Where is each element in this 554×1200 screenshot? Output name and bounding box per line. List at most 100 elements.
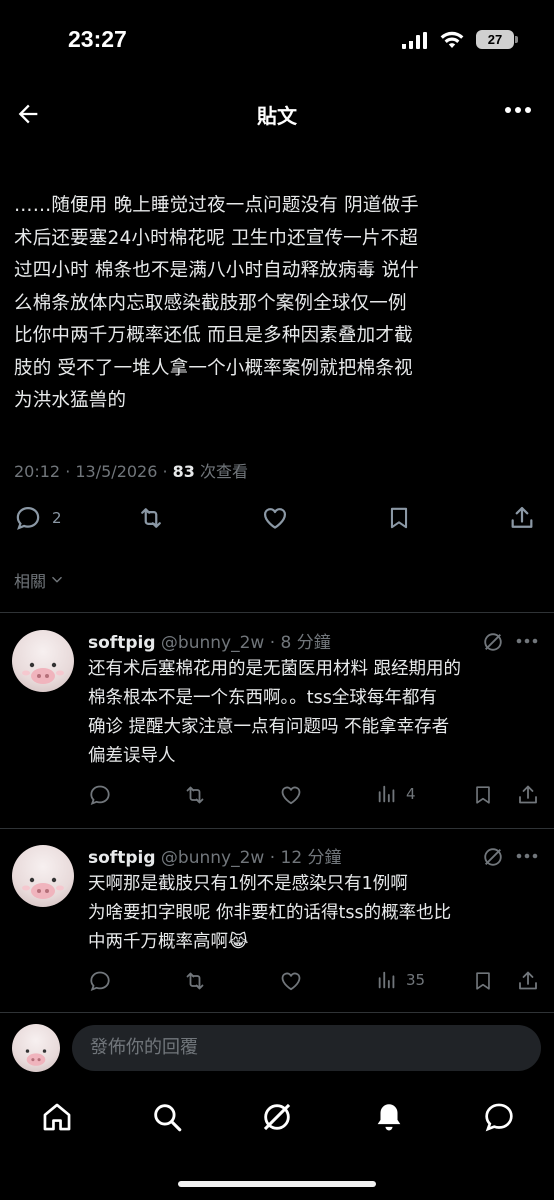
repost-icon xyxy=(182,969,208,993)
heart-icon xyxy=(278,783,304,807)
related-label: 相關 xyxy=(14,572,47,591)
pig-avatar-icon xyxy=(22,662,64,684)
reply-icon xyxy=(88,783,112,807)
bookmark-icon xyxy=(472,969,494,993)
bar-chart-icon xyxy=(376,969,398,991)
reply-text-line: 中两千万概率高啊😹 xyxy=(88,932,249,952)
reply-item[interactable]: softpig @bunny_2w · 12 分鐘 天啊那是截肢只有1例不是感染… xyxy=(0,843,554,1013)
page-title: 貼文 xyxy=(257,104,297,128)
reply-action-bar: 35 xyxy=(0,969,554,999)
reply-text: 还有术后塞棉花用的是无菌医用材料 跟经期用的 棉条根本不是一个东西啊。。tss全… xyxy=(88,655,538,771)
nav-search[interactable] xyxy=(150,1100,184,1134)
reply-text-line: 确诊 提醒大家注意一点有问题吗 不能拿幸存者 xyxy=(88,717,450,737)
nav-grok[interactable] xyxy=(260,1100,294,1134)
reply-item[interactable]: softpig @bunny_2w · 8 分鐘 还有术后塞棉花用的是无菌医用材… xyxy=(0,628,554,828)
share-button[interactable] xyxy=(516,969,540,993)
reply-more-button[interactable] xyxy=(516,638,538,644)
post-text-line: 么棉条放体内忘取感染截肢那个案例全球仅一例 xyxy=(14,292,407,314)
reply-text-line: 还有术后塞棉花用的是无菌医用材料 跟经期用的 xyxy=(88,659,462,679)
views-button[interactable]: 4 xyxy=(376,783,416,805)
reply-author-handle: @bunny_2w · 8 分鐘 xyxy=(155,633,331,653)
notifications-icon xyxy=(372,1100,406,1134)
reply-count: 2 xyxy=(52,509,62,527)
bookmark-button[interactable] xyxy=(472,969,494,993)
views-count: 4 xyxy=(406,785,416,803)
repost-icon xyxy=(136,504,166,532)
like-button[interactable] xyxy=(260,504,290,532)
share-icon xyxy=(508,504,536,532)
post-timestamp: 20:12 · 13/5/2026 · xyxy=(14,462,173,481)
related-toggle[interactable]: 相關 xyxy=(14,568,64,592)
reply-text-line: 天啊那是截肢只有1例不是感染只有1例啊 xyxy=(88,874,408,894)
grok-button[interactable] xyxy=(482,846,504,868)
search-icon xyxy=(150,1100,184,1134)
more-horizontal-icon xyxy=(504,106,532,114)
bookmark-button[interactable] xyxy=(472,783,494,807)
more-options-button[interactable] xyxy=(504,106,532,122)
home-icon xyxy=(40,1100,74,1134)
like-button[interactable] xyxy=(278,783,304,807)
post-header: 貼文 xyxy=(0,88,554,140)
repost-button[interactable] xyxy=(136,504,166,532)
grok-icon xyxy=(482,631,504,653)
post-text-line: ……随便用 晚上睡觉过夜一点问题没有 阴道做手 xyxy=(14,195,419,216)
grok-button[interactable] xyxy=(482,631,504,653)
heart-icon xyxy=(278,969,304,993)
reply-icon xyxy=(88,969,112,993)
nav-messages[interactable] xyxy=(482,1100,516,1134)
status-time: 23:27 xyxy=(68,26,127,52)
divider xyxy=(0,828,554,829)
post-text-line: 为洪水猛兽的 xyxy=(14,390,127,411)
reply-header: softpig @bunny_2w · 8 分鐘 xyxy=(88,628,331,653)
nav-notifications[interactable] xyxy=(372,1100,406,1134)
share-icon xyxy=(516,969,540,993)
reply-button[interactable] xyxy=(88,969,112,993)
repost-button[interactable] xyxy=(182,969,208,993)
repost-button[interactable] xyxy=(182,783,208,807)
reply-action-bar: 4 xyxy=(0,783,554,813)
composer-avatar xyxy=(12,1024,60,1072)
reply-text-line: 为啥要扣字眼呢 你非要杠的话得tss的概率也比 xyxy=(88,903,452,923)
bookmark-icon xyxy=(386,504,412,532)
divider xyxy=(0,1012,554,1013)
battery-icon: 27 xyxy=(476,30,518,49)
like-button[interactable] xyxy=(278,969,304,993)
share-button[interactable] xyxy=(516,783,540,807)
post-text-line: 比你中两千万概率还低 而且是多种因素叠加才截 xyxy=(14,325,413,346)
share-icon xyxy=(516,783,540,807)
nav-home[interactable] xyxy=(40,1100,74,1134)
share-button[interactable] xyxy=(508,504,536,532)
reply-composer-input[interactable]: 發佈你的回覆 xyxy=(72,1025,541,1071)
divider xyxy=(0,612,554,613)
post-meta: 20:12 · 13/5/2026 · 83 次查看 xyxy=(14,458,248,482)
bottom-nav xyxy=(0,1090,554,1150)
avatar[interactable] xyxy=(12,845,74,907)
avatar[interactable] xyxy=(12,630,74,692)
reply-text-line: 偏差误导人 xyxy=(88,746,176,766)
home-indicator[interactable] xyxy=(178,1181,376,1187)
reply-icon xyxy=(14,504,42,532)
status-icons: 27 xyxy=(402,30,518,49)
messages-icon xyxy=(482,1100,516,1134)
reply-author-name[interactable]: softpig xyxy=(88,633,156,653)
post-text-line: 肢的 受不了一堆人拿一个小概率案例就把棉条视 xyxy=(14,357,413,379)
more-horizontal-icon xyxy=(516,853,538,859)
reply-author-handle: @bunny_2w · 12 分鐘 xyxy=(155,848,342,868)
reply-more-button[interactable] xyxy=(516,853,538,859)
reply-button[interactable] xyxy=(88,783,112,807)
post-views-count: 83 xyxy=(172,462,195,481)
bookmark-icon xyxy=(472,783,494,807)
reply-header: softpig @bunny_2w · 12 分鐘 xyxy=(88,843,342,868)
views-button[interactable]: 35 xyxy=(376,969,425,991)
status-bar: 23:27 27 xyxy=(0,0,554,84)
reply-author-name[interactable]: softpig xyxy=(88,848,156,868)
signal-icon xyxy=(402,31,428,49)
pig-avatar-icon xyxy=(22,877,64,899)
post-text-line: 过四小时 棉条也不是满八小时自动释放病毒 说什 xyxy=(14,260,419,281)
post-views-label: 次查看 xyxy=(194,462,249,481)
bar-chart-icon xyxy=(376,783,398,805)
reply-button[interactable]: 2 xyxy=(14,504,62,532)
pig-avatar-icon xyxy=(25,1049,47,1066)
bookmark-button[interactable] xyxy=(386,504,412,532)
grok-icon xyxy=(482,846,504,868)
